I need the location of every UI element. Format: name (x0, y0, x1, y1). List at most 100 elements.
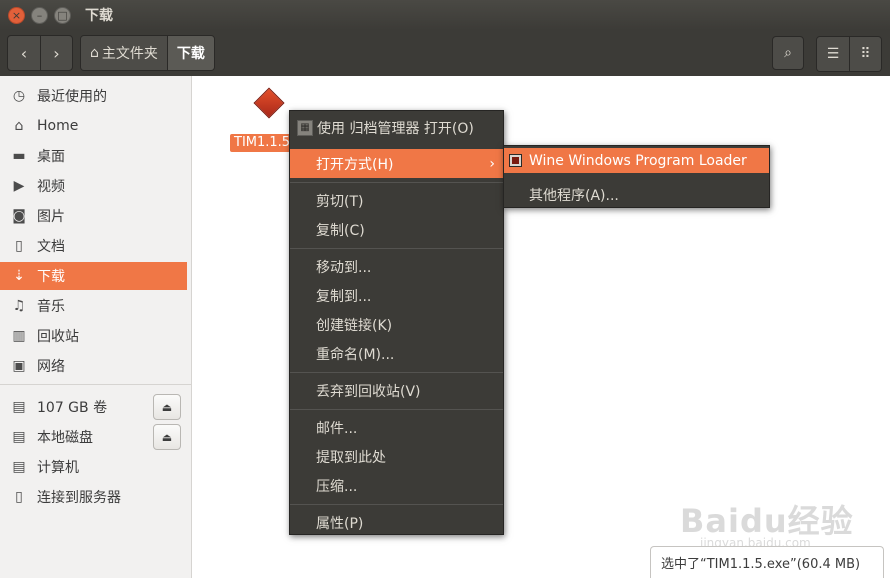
sidebar-item-label: 文档 (37, 239, 65, 255)
file-name-label[interactable]: TIM1.1.5 (230, 134, 295, 152)
eject-icon: ⏏ (161, 430, 173, 444)
sidebar-divider (0, 384, 192, 385)
chevron-right-icon: › (53, 43, 60, 63)
menu-item-open-with[interactable]: 打开方式(H) › (290, 149, 503, 178)
sidebar-item-videos[interactable]: ▶ 视频 (0, 172, 187, 200)
sidebar-item-trash[interactable]: ▥ 回收站 (0, 322, 187, 350)
sidebar-item-desktop[interactable]: ▬ 桌面 (0, 142, 187, 170)
menu-separator (290, 372, 503, 373)
close-icon: × (11, 8, 22, 22)
menu-item-label: 重命名(M)... (316, 346, 395, 363)
sidebar-item-network[interactable]: ▣ 网络 (0, 352, 187, 380)
wine-icon (509, 154, 522, 167)
sidebar-item-computer[interactable]: ▤ 计算机 (0, 453, 187, 481)
camera-icon: ◙ (12, 208, 26, 224)
menu-separator (290, 409, 503, 410)
sidebar-item-label: 下载 (37, 269, 65, 285)
sidebar-item-downloads[interactable]: ⇣ 下载 (0, 262, 187, 290)
clock-icon: ◷ (12, 88, 26, 104)
minimize-icon: – (36, 8, 43, 22)
menu-separator (290, 248, 503, 249)
menu-item-open-archive-manager[interactable]: ▦ 使用 归档管理器 打开(O) (290, 113, 503, 142)
eject-button[interactable]: ⏏ (153, 394, 181, 420)
eject-button[interactable]: ⏏ (153, 424, 181, 450)
minimize-window-button[interactable]: – (31, 6, 48, 24)
menu-item-copy[interactable]: 复制(C) (290, 215, 503, 244)
sidebar-item-connect-server[interactable]: ▯ 连接到服务器 (0, 483, 187, 511)
maximize-icon: □ (57, 8, 68, 22)
menu-item-label: 打开方式(H) (316, 156, 394, 173)
menu-item-label: 移动到... (316, 259, 372, 276)
file-item[interactable] (253, 87, 285, 119)
menu-item-cut[interactable]: 剪切(T) (290, 186, 503, 215)
breadcrumb-downloads[interactable]: 下载 (166, 36, 214, 70)
music-icon: ♫ (12, 298, 26, 314)
search-icon: ⌕ (784, 45, 792, 61)
sidebar-item-recent[interactable]: ◷ 最近使用的 (0, 82, 187, 110)
breadcrumb-home-label: 主文件夹 (101, 46, 158, 62)
menu-item-extract-here[interactable]: 提取到此处 (290, 442, 503, 471)
sidebar-item-label: 连接到服务器 (37, 490, 121, 506)
close-window-button[interactable]: × (8, 6, 25, 24)
toolbar-right: ⌕ ☰ ⠿ (772, 36, 882, 72)
sidebar-item-label: 图片 (37, 209, 65, 225)
view-toggle: ☰ ⠿ (816, 36, 882, 72)
sidebar-item-label: 107 GB 卷 (37, 400, 108, 416)
sidebar-item-music[interactable]: ♫ 音乐 (0, 292, 187, 320)
forward-button[interactable]: › (40, 36, 72, 70)
back-button[interactable]: ‹ (8, 36, 40, 70)
menu-item-label: 复制到... (316, 288, 372, 305)
sidebar-item-label: 本地磁盘 (37, 430, 93, 446)
toolbar: ‹ › ⌂ 主文件夹 下载 ⌕ ☰ ⠿ (0, 30, 890, 76)
grid-icon: ⠿ (860, 46, 871, 62)
grid-view-button[interactable]: ⠿ (849, 37, 881, 71)
title-bar: × – □ 下载 (0, 0, 890, 30)
home-icon: ⌂ (90, 45, 99, 61)
menu-item-label: 剪切(T) (316, 193, 364, 210)
eject-icon: ⏏ (161, 400, 173, 414)
menu-item-label: 丢弃到回收站(V) (316, 383, 421, 400)
home-icon: ⌂ (14, 118, 24, 134)
menu-item-label: 创建链接(K) (316, 317, 393, 334)
sidebar-item-label: 最近使用的 (37, 89, 107, 105)
status-bar: 选中了“TIM1.1.5.exe”(60.4 MB) (650, 546, 884, 578)
trash-icon: ▥ (12, 328, 26, 344)
breadcrumb-home[interactable]: ⌂ 主文件夹 (81, 36, 167, 70)
search-button[interactable]: ⌕ (772, 36, 804, 70)
server-icon: ▯ (15, 489, 23, 505)
computer-icon: ▤ (12, 459, 26, 475)
list-icon: ☰ (826, 46, 840, 62)
menu-item-rename[interactable]: 重命名(M)... (290, 339, 503, 368)
menu-item-label: 复制(C) (316, 222, 365, 239)
breadcrumb: ⌂ 主文件夹 下载 (80, 35, 215, 71)
open-with-submenu: Wine Windows Program Loader 其他程序(A)... (503, 145, 770, 208)
sidebar-item-volume[interactable]: ▤ 107 GB 卷 ⏏ (0, 393, 187, 421)
menu-separator (290, 182, 503, 183)
menu-item-copy-to[interactable]: 复制到... (290, 281, 503, 310)
menu-item-compress[interactable]: 压缩... (290, 471, 503, 500)
sidebar-item-documents[interactable]: ▯ 文档 (0, 232, 187, 260)
sidebar-item-local-disk[interactable]: ▤ 本地磁盘 ⏏ (0, 423, 187, 451)
video-icon: ▶ (13, 178, 25, 194)
archive-manager-icon: ▦ (297, 119, 313, 136)
menu-item-create-link[interactable]: 创建链接(K) (290, 310, 503, 339)
menu-item-move-to-trash[interactable]: 丢弃到回收站(V) (290, 376, 503, 405)
sidebar-item-label: 回收站 (37, 329, 79, 345)
sidebar-item-label: 音乐 (37, 299, 65, 315)
sidebar-item-home[interactable]: ⌂ Home (0, 112, 187, 140)
list-view-button[interactable]: ☰ (817, 37, 849, 71)
maximize-window-button[interactable]: □ (54, 6, 71, 24)
menu-item-properties[interactable]: 属性(P) (290, 508, 503, 537)
menu-item-email[interactable]: 邮件... (290, 413, 503, 442)
submenu-item-label: Wine Windows Program Loader (529, 152, 747, 169)
sidebar-item-label: 网络 (37, 359, 65, 375)
menu-item-move-to[interactable]: 移动到... (290, 252, 503, 281)
sidebar-item-pictures[interactable]: ◙ 图片 (0, 202, 187, 230)
submenu-item-wine[interactable]: Wine Windows Program Loader (504, 148, 769, 173)
status-text: 选中了“TIM1.1.5.exe”(60.4 MB) (661, 557, 861, 572)
folder-icon: ▬ (12, 148, 26, 164)
context-menu: ▦ 使用 归档管理器 打开(O) 打开方式(H) › 剪切(T) 复制(C) 移… (289, 110, 504, 535)
submenu-item-other-application[interactable]: 其他程序(A)... (504, 182, 769, 207)
submenu-item-label: 其他程序(A)... (529, 187, 619, 204)
window-title: 下载 (85, 8, 113, 24)
